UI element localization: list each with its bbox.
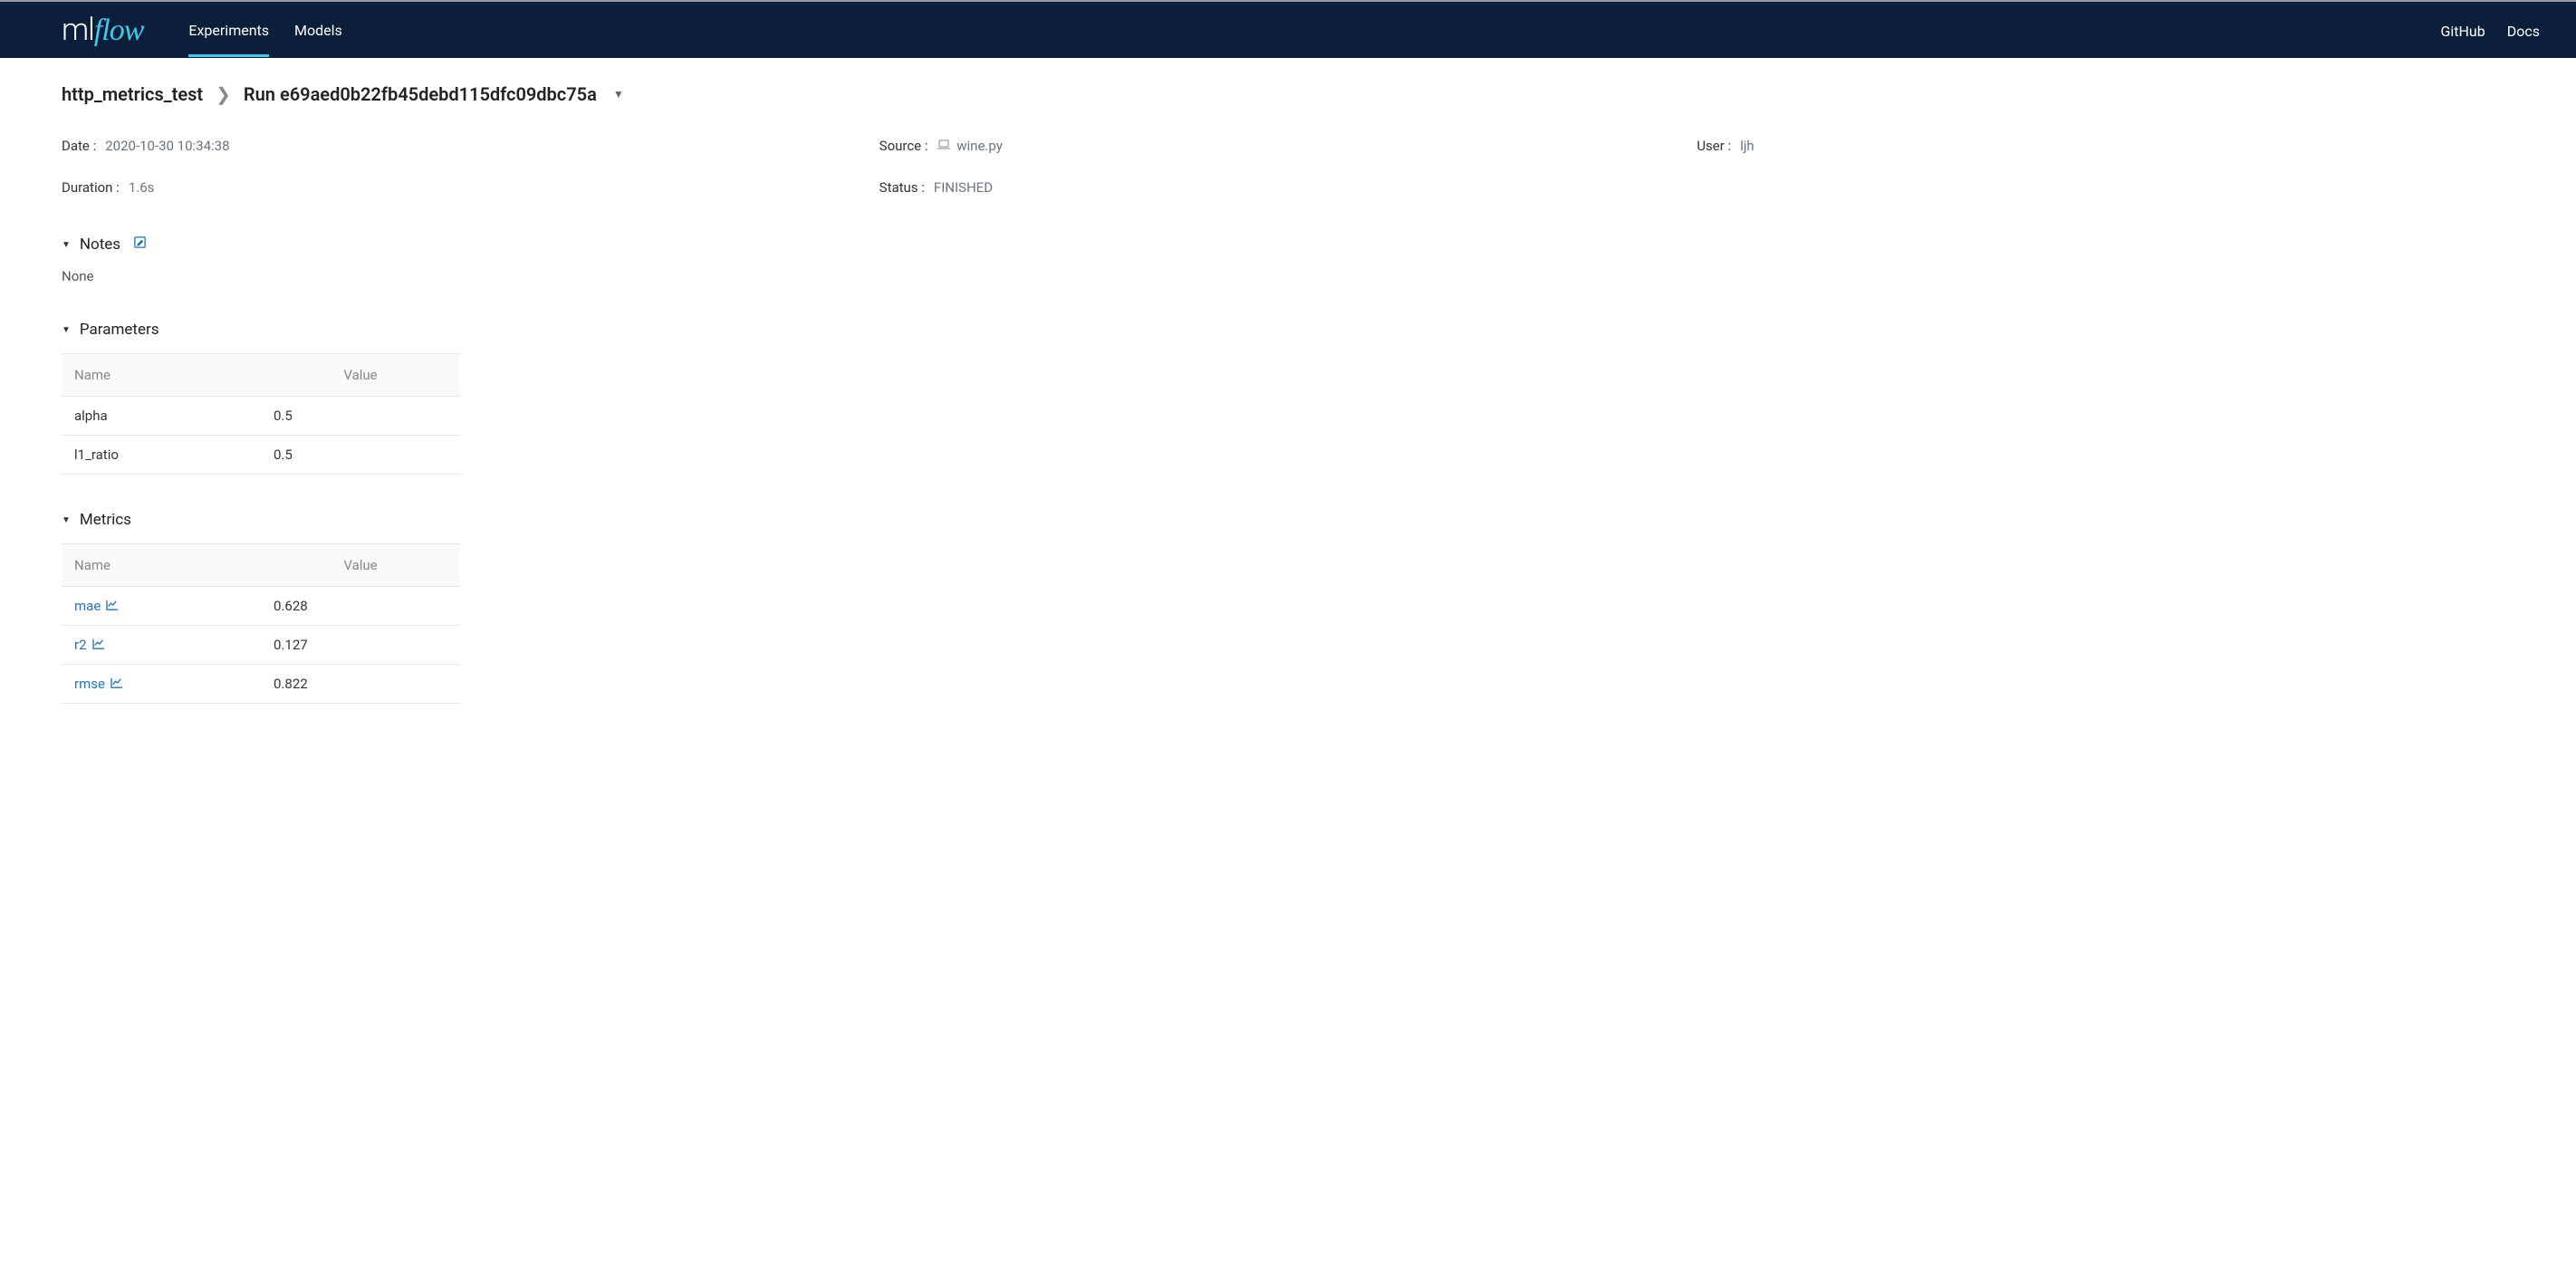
logo-ml-text: ml [62,12,94,48]
metric-name-cell: rmse [62,665,261,704]
breadcrumb-run-prefix: Run [244,83,275,105]
section-notes-title: Notes [80,235,120,254]
metric-name-cell: mae [62,587,261,626]
meta-date-value: 2020-10-30 10:34:38 [105,138,229,154]
run-meta-grid: Date : 2020-10-30 10:34:38 Source : wine… [62,138,2514,196]
table-header-row: Name Value [62,544,460,587]
meta-source: Source : wine.py [879,138,1697,154]
meta-date-label: Date : [62,138,96,154]
section-parameters-header[interactable]: ▼ Parameters [62,321,2514,339]
app-header: mlflow Experiments Models GitHub Docs [0,2,2576,58]
breadcrumb-separator-icon: ❯ [216,83,231,105]
breadcrumb-run-id: e69aed0b22fb45debd115dfc09dbc75a [280,83,597,105]
metric-name-cell: r2 [62,626,261,665]
breadcrumb-experiment-link[interactable]: http_metrics_test [62,83,203,105]
nav-docs[interactable]: Docs [2507,5,2540,55]
metric-value: 0.628 [261,587,460,626]
main-content: http_metrics_test ❯ Run e69aed0b22fb45de… [0,58,2576,765]
section-metrics: ▼ Metrics Name Value mae0.628r20.127rmse… [62,511,2514,704]
chart-icon [111,676,123,692]
param-name: alpha [62,397,261,436]
meta-source-label: Source : [879,138,928,154]
nav-experiments[interactable]: Experiments [188,4,269,57]
nav-models[interactable]: Models [294,4,342,57]
table-row: alpha0.5 [62,397,460,436]
metric-link[interactable]: r2 [74,637,105,653]
param-name: l1_ratio [62,436,261,475]
meta-duration-value: 1.6s [129,179,155,196]
table-header-row: Name Value [62,354,460,397]
collapse-caret-icon: ▼ [62,325,71,335]
meta-duration: Duration : 1.6s [62,179,879,196]
metric-value: 0.822 [261,665,460,704]
metric-name: mae [74,598,101,614]
table-row: r2 0.127 [62,626,460,665]
metrics-table: Name Value mae 0.628 r2 0.127 rmse 0.822 [62,543,460,704]
collapse-caret-icon: ▼ [62,515,71,525]
col-value: Value [261,354,460,397]
metric-link[interactable]: rmse [74,676,123,692]
run-dropdown-caret-icon[interactable]: ▼ [613,88,624,101]
metric-name: rmse [74,676,105,692]
col-value: Value [261,544,460,587]
meta-source-value: wine.py [937,138,1003,154]
col-name: Name [62,544,261,587]
meta-status: Status : FINISHED [879,179,1697,196]
chart-icon [106,598,119,614]
meta-user-value: ljh [1740,138,1754,154]
logo-flow-text: flow [94,14,144,48]
table-row: l1_ratio0.5 [62,436,460,475]
main-nav: Experiments Models [188,4,2440,57]
meta-user-label: User : [1697,138,1731,154]
nav-github[interactable]: GitHub [2440,5,2485,55]
section-parameters: ▼ Parameters Name Value alpha0.5l1_ratio… [62,321,2514,475]
breadcrumb: http_metrics_test ❯ Run e69aed0b22fb45de… [62,83,2514,105]
section-metrics-header[interactable]: ▼ Metrics [62,511,2514,529]
meta-status-label: Status : [879,179,925,196]
param-value: 0.5 [261,436,460,475]
section-notes-header[interactable]: ▼ Notes [62,235,2514,254]
mlflow-logo[interactable]: mlflow [62,12,143,48]
collapse-caret-icon: ▼ [62,240,71,250]
breadcrumb-run: Run e69aed0b22fb45debd115dfc09dbc75a [244,83,597,105]
meta-status-value: FINISHED [934,179,993,196]
laptop-icon [937,138,954,154]
meta-duration-label: Duration : [62,179,120,196]
metric-value: 0.127 [261,626,460,665]
parameters-table: Name Value alpha0.5l1_ratio0.5 [62,353,460,475]
table-row: rmse 0.822 [62,665,460,704]
edit-notes-icon[interactable] [133,235,147,254]
metric-link[interactable]: mae [74,598,119,614]
meta-date: Date : 2020-10-30 10:34:38 [62,138,879,154]
section-notes: ▼ Notes None [62,235,2514,284]
param-value: 0.5 [261,397,460,436]
notes-content: None [62,268,2514,284]
meta-user: User : ljh [1697,138,2514,154]
meta-source-filename: wine.py [956,138,1003,154]
metric-name: r2 [74,637,87,653]
chart-icon [92,637,105,653]
nav-right: GitHub Docs [2440,5,2540,55]
table-row: mae 0.628 [62,587,460,626]
section-metrics-title: Metrics [80,511,131,529]
section-parameters-title: Parameters [80,321,159,339]
col-name: Name [62,354,261,397]
